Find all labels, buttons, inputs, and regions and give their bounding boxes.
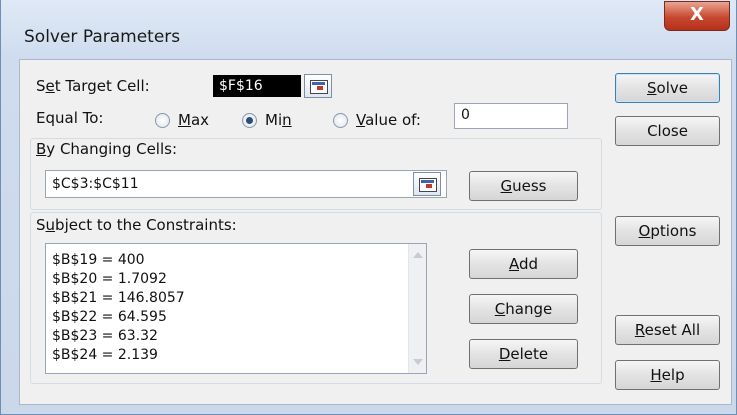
target-cell-ref-button[interactable] (304, 74, 332, 98)
help-button[interactable]: Help (615, 360, 720, 390)
equal-to-label: Equal To: (36, 109, 104, 127)
max-radio[interactable] (155, 113, 170, 128)
solver-parameters-window: Solver Parameters X Set Target Cell: $F$… (0, 0, 737, 415)
solve-button[interactable]: Solve (615, 73, 720, 103)
constraints-label: Subject to the Constraints: (36, 216, 237, 234)
scroll-up-icon[interactable] (413, 252, 423, 258)
max-radio-label: Max (178, 111, 210, 129)
close-button[interactable]: Close (615, 116, 720, 146)
collapse-dialog-icon (419, 178, 437, 192)
changing-cells-input[interactable]: $C$3:$C$11 (45, 170, 447, 198)
value-of-radio-label: Value of: (356, 111, 421, 129)
reset-all-button[interactable]: Reset All (615, 315, 720, 345)
guess-button[interactable]: Guess (469, 171, 578, 201)
changing-cells-ref-button[interactable] (413, 172, 441, 196)
target-cell-input[interactable]: $F$16 (213, 75, 301, 97)
add-button[interactable]: Add (469, 249, 578, 279)
constraints-list[interactable]: $B$19 = 400 $B$20 = 1.7092 $B$21 = 146.8… (45, 243, 427, 374)
value-of-input[interactable]: 0 (454, 103, 568, 129)
target-cell-label: Set Target Cell: (36, 77, 150, 95)
constraint-item[interactable]: $B$21 = 146.8057 (52, 290, 185, 306)
min-radio-label: Min (265, 111, 292, 129)
scroll-down-icon[interactable] (413, 359, 423, 365)
constraint-item[interactable]: $B$22 = 64.595 (52, 309, 167, 325)
constraint-item[interactable]: $B$24 = 2.139 (52, 347, 158, 363)
collapse-dialog-icon (310, 80, 328, 94)
constraint-item[interactable]: $B$23 = 63.32 (52, 328, 158, 344)
title-bar[interactable]: Solver Parameters (1, 12, 737, 58)
constraint-item[interactable]: $B$19 = 400 (52, 252, 145, 268)
window-title: Solver Parameters (24, 27, 181, 47)
close-icon: X (690, 4, 704, 25)
value-of-radio[interactable] (333, 113, 348, 128)
changing-cells-label: By Changing Cells: (36, 140, 178, 158)
constraints-scrollbar[interactable] (408, 244, 426, 373)
change-button[interactable]: Change (469, 294, 578, 324)
dialog-client-area: Set Target Cell: $F$16 Equal To: Max Min… (19, 59, 732, 405)
options-button[interactable]: Options (615, 216, 720, 246)
close-window-button[interactable]: X (664, 1, 730, 31)
min-radio[interactable] (242, 113, 257, 128)
delete-button[interactable]: Delete (469, 339, 578, 369)
constraint-item[interactable]: $B$20 = 1.7092 (52, 271, 167, 287)
